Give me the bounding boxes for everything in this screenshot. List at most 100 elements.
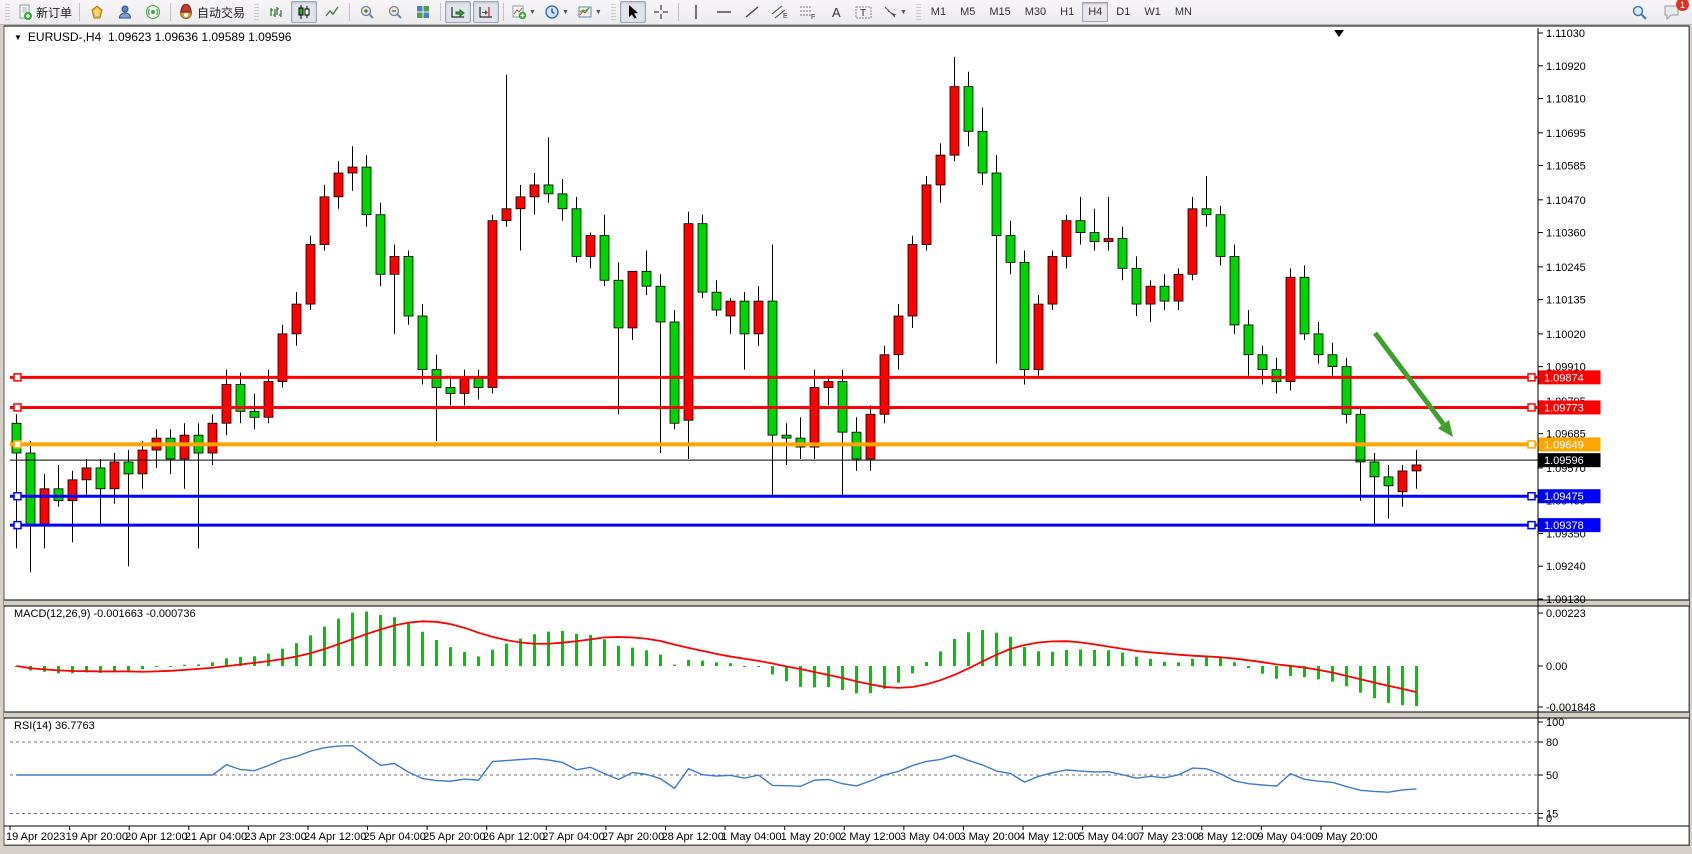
candle-body (334, 173, 343, 197)
timeframe-d1[interactable]: D1 (1110, 2, 1136, 22)
line-handle[interactable] (1528, 493, 1535, 500)
timeframe-m15[interactable]: M15 (983, 2, 1016, 22)
timeframe-h1[interactable]: H1 (1054, 2, 1080, 22)
notifications-button[interactable]: 1 (1659, 1, 1685, 23)
candle-body (1230, 256, 1239, 325)
candle-body (110, 462, 119, 489)
horizontal-line-tool[interactable] (711, 1, 737, 23)
toolbar-separator (349, 3, 350, 21)
line-handle[interactable] (14, 493, 21, 500)
chart-canvas[interactable]: 1.110301.109201.108101.106951.105851.104… (0, 0, 1692, 854)
arrows-tool[interactable]: ▼ (879, 1, 910, 23)
candle-body (1020, 262, 1029, 369)
candle-body (1286, 277, 1295, 381)
date-tick-label: 25 Apr 20:00 (423, 831, 485, 843)
macd-bar (1037, 651, 1040, 666)
toolbar-separator (678, 3, 679, 21)
zoom-in-button[interactable] (354, 1, 380, 23)
equidistant-channel-tool[interactable]: E (767, 1, 793, 23)
fibonacci-tool[interactable]: F (795, 1, 821, 23)
candle-body (502, 209, 511, 221)
candle-body (558, 194, 567, 209)
date-tick-label: 19 Apr 20:00 (66, 831, 128, 843)
line-handle[interactable] (1528, 522, 1535, 529)
macd-bar (421, 632, 424, 666)
panel-splitter[interactable] (4, 712, 1689, 718)
trendline-tool[interactable] (739, 1, 765, 23)
candle-body (740, 301, 749, 334)
chart-shift-button[interactable] (473, 1, 499, 23)
macd-bar (435, 640, 438, 666)
macd-bar (379, 615, 382, 666)
date-tick-label: 28 Apr 12:00 (661, 831, 723, 843)
timeframe-m5[interactable]: M5 (954, 2, 981, 22)
candle-body (950, 87, 959, 156)
zoom-out-button[interactable] (382, 1, 408, 23)
text-tool[interactable]: A (823, 1, 849, 23)
macd-bar (1177, 662, 1180, 666)
candle-body (1356, 414, 1365, 462)
cursor-button[interactable] (620, 1, 646, 23)
price-tick-label: 1.11030 (1546, 28, 1585, 40)
candle-body (908, 245, 917, 316)
signals-button[interactable] (140, 1, 166, 23)
price-tick-label: 1.10360 (1546, 228, 1586, 240)
macd-bar (813, 666, 816, 687)
macd-bar (1065, 650, 1068, 666)
line-handle[interactable] (14, 441, 21, 448)
macd-bar (855, 666, 858, 693)
tile-windows-button[interactable] (410, 1, 436, 23)
accounts-button[interactable] (112, 1, 138, 23)
candle-body (586, 236, 595, 257)
main-toolbar: 新订单 自动交易 (0, 0, 1692, 25)
date-tick-label: 4 May 12:00 (1019, 831, 1080, 843)
macd-bar (155, 666, 158, 667)
dropdown-caret: ▼ (562, 9, 569, 16)
line-handle[interactable] (1528, 441, 1535, 448)
date-tick-label: 19 Apr 2023 (6, 831, 65, 843)
new-order-button[interactable]: 新订单 (14, 1, 75, 23)
candle-body (1328, 355, 1337, 367)
date-tick-label: 24 Apr 12:00 (304, 831, 366, 843)
candlestick-mode-button[interactable] (291, 1, 317, 23)
macd-bar (225, 658, 228, 666)
macd-bar (687, 660, 690, 666)
indicators-button[interactable]: ▼ (508, 1, 539, 23)
candle-body (1160, 286, 1169, 301)
price-tick-label: 1.10135 (1546, 295, 1586, 307)
candle-body (810, 387, 819, 447)
timeframe-m1[interactable]: M1 (925, 2, 952, 22)
macd-bar (1093, 650, 1096, 666)
line-chart-mode-button[interactable] (319, 1, 345, 23)
macd-bar (1387, 666, 1390, 703)
bar-chart-mode-button[interactable] (263, 1, 289, 23)
templates-button[interactable]: ▼ (574, 1, 605, 23)
text-label-tool[interactable]: T (851, 1, 877, 23)
line-handle[interactable] (14, 522, 21, 529)
macd-bar (1079, 650, 1082, 666)
timeframe-h4[interactable]: H4 (1082, 2, 1108, 22)
auto-scroll-button[interactable] (445, 1, 471, 23)
periods-button[interactable]: ▼ (541, 1, 572, 23)
panel-splitter[interactable] (4, 600, 1689, 606)
macd-bar (715, 662, 718, 666)
macd-bar (1317, 666, 1320, 679)
crosshair-button[interactable] (648, 1, 674, 23)
timeframe-w1[interactable]: W1 (1138, 2, 1167, 22)
line-handle[interactable] (1528, 404, 1535, 411)
toolbar-grip (611, 4, 616, 20)
line-handle[interactable] (14, 374, 21, 381)
line-handle[interactable] (1528, 374, 1535, 381)
symbol-dropdown-arrow[interactable]: ▼ (14, 33, 22, 42)
chart-ohlc-values: 1.09623 1.09636 1.09589 1.09596 (108, 30, 292, 44)
timeframe-m30[interactable]: M30 (1019, 2, 1052, 22)
candle-body (306, 245, 315, 305)
line-handle[interactable] (14, 404, 21, 411)
date-tick-label: 23 Apr 23:00 (244, 831, 306, 843)
timeframe-mn[interactable]: MN (1169, 2, 1198, 22)
search-button[interactable] (1626, 1, 1652, 23)
candle-body (474, 379, 483, 388)
market-watch-button[interactable] (84, 1, 110, 23)
auto-trading-button[interactable]: 自动交易 (175, 1, 248, 23)
vertical-line-tool[interactable] (683, 1, 709, 23)
